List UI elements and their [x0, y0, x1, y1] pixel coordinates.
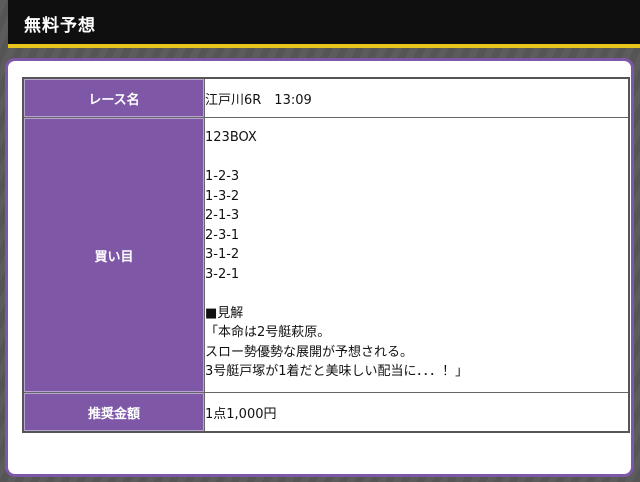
commentary-line: 3号艇戸塚が1着だと美味しい配当に．．．！」: [205, 364, 469, 379]
bets-label: 買い目: [22, 117, 205, 393]
bets-value: 123BOX 1-2-3 1-3-2 2-1-3 2-3-1 3-1-2 3-2…: [204, 117, 630, 393]
commentary-line: スロー勢優勢な展開が予想される。: [205, 344, 414, 360]
table-row-race: レース名 江戸川6R 13:09: [22, 77, 630, 118]
price-label: 推奨金額: [22, 392, 205, 433]
race-name-value: 江戸川6R 13:09: [204, 77, 630, 118]
bet-combo: 1-3-2: [205, 188, 240, 204]
bet-combo: 3-2-1: [205, 266, 240, 282]
prediction-table: レース名 江戸川6R 13:09 買い目 123BOX 1-2-3 1-3-2 …: [22, 77, 630, 433]
commentary-line: 「本命は2号艇萩原。: [205, 325, 331, 340]
bet-type: 123BOX: [205, 130, 257, 145]
bet-combo: 2-1-3: [205, 208, 240, 223]
price-value: 1点1,000円: [204, 392, 630, 433]
table-row-bets: 買い目 123BOX 1-2-3 1-3-2 2-1-3 2-3-1 3-1-2…: [22, 117, 630, 393]
table-row-price: 推奨金額 1点1,000円: [22, 392, 630, 433]
bet-combo: 2-3-1: [205, 227, 240, 243]
commentary-heading: ■見解: [205, 305, 244, 321]
header-title: 無料予想: [24, 16, 96, 36]
bet-combo: 1-2-3: [205, 169, 240, 184]
bet-combo: 3-1-2: [205, 247, 240, 262]
prediction-panel: レース名 江戸川6R 13:09 買い目 123BOX 1-2-3 1-3-2 …: [5, 58, 634, 477]
race-name-label: レース名: [22, 77, 205, 118]
page-header: 無料予想: [8, 0, 640, 48]
